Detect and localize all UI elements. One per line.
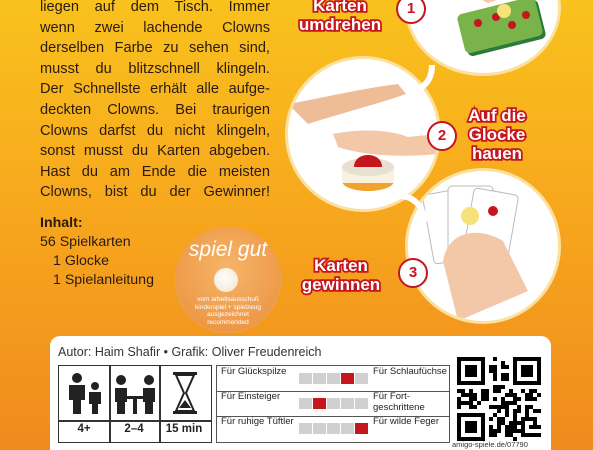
rating-cell (313, 398, 326, 409)
arrow-icon (404, 64, 435, 98)
rules-line: Clowns, bist du der Gewinner! (40, 184, 270, 201)
rating-scale (299, 423, 368, 434)
rules-line: Clowns darfst du nicht klingeln, (40, 122, 270, 139)
rating-cell (355, 423, 368, 434)
badge-line: ausgezeichnet (207, 311, 249, 318)
rating-left-label: Für Einsteiger (221, 391, 281, 402)
time-value: 15 min (165, 423, 203, 435)
contents-item: 56 Spielkarten (40, 234, 131, 250)
step-label-line: gewinnen (300, 273, 382, 296)
rating-cell (299, 373, 312, 384)
badge-title: spiel gut (188, 238, 268, 261)
qr-url: amigo-spiele.de/07790 (452, 440, 528, 449)
players-icon (115, 375, 155, 414)
rules-line: derselben Farbe zu sehen sind, (40, 40, 270, 57)
divider (59, 420, 211, 422)
rating-scale (299, 373, 368, 384)
step-2-label: Auf die Glocke hauen (452, 104, 542, 165)
rules-line: wenn zwei lachende Clowns (40, 19, 270, 36)
step-label-line: Glocke (467, 123, 527, 146)
spiel-gut-badge: spiel gut vom arbeitsausschuß kinderspie… (175, 227, 281, 333)
rating-cell (313, 423, 326, 434)
rating-grid: Für Glückspilze Für Schlaufüchse Für Einst… (216, 365, 450, 443)
age-value: 4+ (77, 423, 91, 435)
rating-scale (299, 398, 368, 409)
rating-left-label: Für Glückspilze (221, 366, 287, 377)
rules-line: musst du blitzschnell klingeln. (40, 60, 270, 77)
rating-right-label: Für wilde Feger (373, 416, 439, 427)
child-age-icon (69, 373, 101, 414)
hourglass-icon (173, 372, 197, 414)
step-3-number: 3 (398, 258, 428, 288)
contents-list: Inhalt: 56 Spielkarten 1 Glocke 1 Spiela… (40, 214, 154, 290)
game-specs-box: 4+ 2–4 15 min (58, 365, 212, 443)
rules-line: Hast du am Ende die meisten (40, 163, 270, 180)
contents-item: 1 Spielanleitung (53, 272, 154, 288)
credits: Autor: Haim Shafir • Grafik: Oliver Freu… (58, 345, 322, 359)
step-3-label: Karten gewinnen (286, 254, 396, 296)
rules-text: liegen auf dem Tisch. Immer wenn zwei la… (40, 0, 270, 203)
rating-cell (327, 423, 340, 434)
rules-line: liegen auf dem Tisch. Immer (40, 0, 270, 15)
rules-line: Der Schnellste erhält alle aufge- (40, 81, 270, 98)
rating-separator (217, 416, 449, 417)
badge-line: kinderspiel + spielzeug (195, 303, 261, 311)
rating-cell (313, 373, 326, 384)
rating-right-label: Für Schlaufüchse (373, 366, 447, 377)
rating-cell (341, 373, 354, 384)
rules-line: deckten Clowns. Bei traurigen (40, 101, 270, 118)
rating-left-label: Für ruhige Tüftler (221, 416, 294, 427)
rating-cell (341, 423, 354, 434)
rating-row: Für Glückspilze Für Schlaufüchse (217, 366, 449, 391)
rating-cell (355, 373, 368, 384)
rating-cell (327, 398, 340, 409)
step-label-line: Karten (311, 0, 368, 17)
rules-line: sonst musst du Karten abgeben. (40, 143, 270, 160)
step-1-label: Karten umdrehen (290, 0, 390, 36)
rating-right-label: Für Fort-geschrittene (373, 391, 425, 413)
rating-row: Für Einsteiger Für Fort-geschrittene (217, 391, 449, 416)
step-label-line: hauen (470, 142, 524, 165)
badge-subtext: vom arbeitsausschuß kinderspiel + spielz… (182, 296, 274, 326)
arrow-icon (398, 193, 432, 226)
badge-seal-dot (214, 268, 238, 292)
step-label-line: Karten (312, 254, 369, 277)
rating-separator (217, 391, 449, 392)
badge-line: vom arbeitsausschuß (197, 296, 259, 303)
badge-line: recommended (207, 318, 249, 326)
rating-cell (299, 398, 312, 409)
rating-cell (341, 398, 354, 409)
rating-cell (355, 398, 368, 409)
step-label-line: Auf die (466, 104, 527, 127)
rating-cell (299, 423, 312, 434)
contents-item: 1 Glocke (53, 253, 109, 269)
contents-title: Inhalt: (40, 215, 83, 231)
players-value: 2–4 (124, 423, 144, 435)
rating-row: Für ruhige Tüftler Für wilde Feger (217, 416, 449, 441)
rating-cell (327, 373, 340, 384)
step-label-line: umdrehen (297, 13, 383, 36)
qr-code (457, 357, 541, 441)
